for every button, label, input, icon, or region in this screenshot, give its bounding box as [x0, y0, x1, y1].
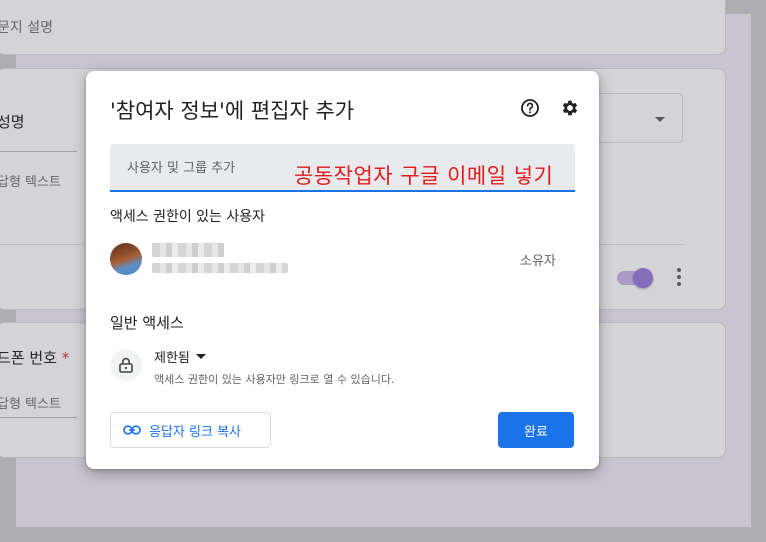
caret-down-icon: [195, 354, 206, 359]
done-button[interactable]: 완료: [498, 412, 574, 448]
lock-icon: [110, 349, 142, 381]
access-level-dropdown[interactable]: 제한됨: [154, 347, 206, 366]
access-level-label: 제한됨: [154, 351, 190, 366]
link-icon: [123, 425, 141, 435]
add-people-placeholder: 사용자 및 그룹 추가: [127, 161, 236, 176]
add-people-input[interactable]: 사용자 및 그룹 추가 공동작업자 구글 이메일 넣기: [110, 144, 575, 192]
people-with-access-title: 액세스 권한이 있는 사용자: [110, 209, 266, 225]
access-description: 액세스 권한이 있는 사용자만 링크로 열 수 있습니다.: [154, 373, 395, 386]
general-access-title: 일반 액세스: [110, 314, 184, 332]
gear-icon[interactable]: [558, 96, 582, 120]
owner-role: 소유자: [520, 254, 556, 269]
help-icon[interactable]: [518, 96, 542, 120]
avatar: [110, 243, 142, 275]
redacted-name: [152, 243, 224, 257]
share-dialog: '참여자 정보'에 편집자 추가 사용자 및 그룹 추가 공동작업자 구글 이메…: [86, 71, 599, 469]
red-annotation: 공동작업자 구글 이메일 넣기: [294, 164, 554, 188]
dialog-title: '참여자 정보'에 편집자 추가: [110, 99, 355, 123]
copy-link-button[interactable]: 응답자 링크 복사: [110, 412, 271, 448]
copy-link-label: 응답자 링크 복사: [149, 424, 241, 440]
redacted-email: [152, 263, 288, 273]
